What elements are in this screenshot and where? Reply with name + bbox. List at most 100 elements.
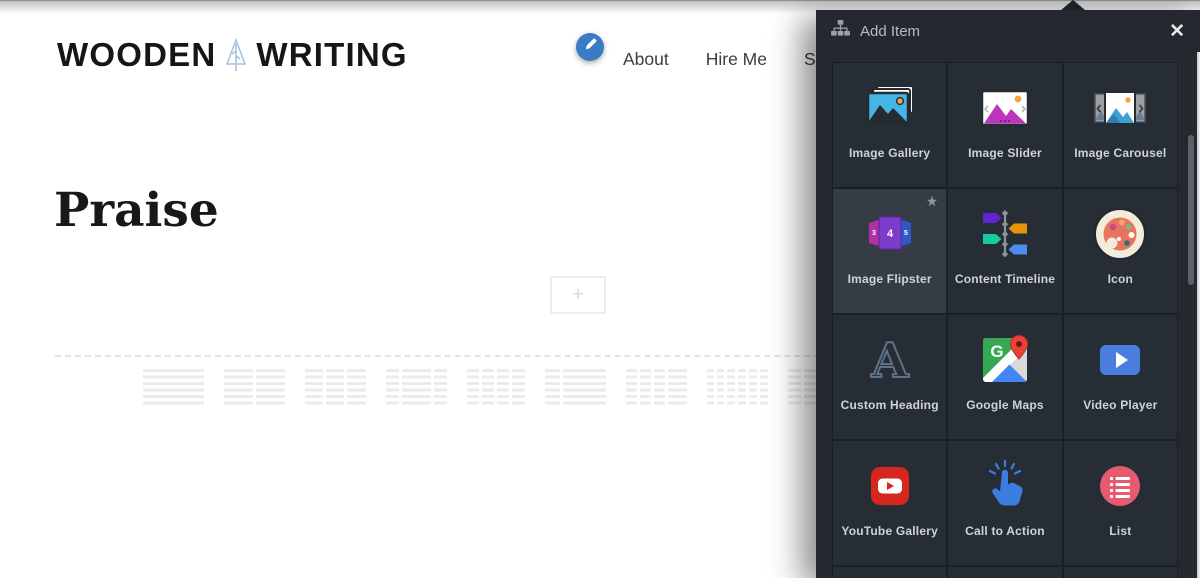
module-tile-partial[interactable] bbox=[833, 567, 947, 578]
module-tile-video-player[interactable]: Video Player bbox=[1063, 315, 1177, 439]
image-carousel-icon bbox=[1092, 80, 1148, 136]
logo-word-2: WRITING bbox=[256, 36, 408, 73]
placeholder-line-segment bbox=[326, 369, 344, 405]
module-tile-call-to-action[interactable]: Call to Action bbox=[948, 441, 1062, 565]
placeholder-text-block bbox=[467, 369, 525, 405]
youtube-gallery-icon bbox=[862, 458, 918, 514]
panel-title: Add Item bbox=[860, 22, 921, 40]
placeholder-line-segment bbox=[738, 369, 746, 405]
svg-text:4: 4 bbox=[887, 228, 894, 240]
placeholder-line-segment bbox=[749, 369, 757, 405]
placeholder-line-segment bbox=[143, 369, 204, 405]
placeholder-text-block bbox=[143, 369, 204, 405]
placeholder-text-block bbox=[386, 369, 447, 405]
panel-pointer-arrow bbox=[1061, 0, 1085, 10]
palette-icon bbox=[1092, 206, 1148, 262]
favorite-star-icon[interactable]: ★ bbox=[926, 193, 939, 210]
plus-icon: + bbox=[571, 283, 585, 306]
module-label: Image Carousel bbox=[1074, 146, 1167, 160]
module-tile-image-gallery[interactable]: Image Gallery bbox=[833, 63, 947, 187]
module-tile-google-maps[interactable]: G Google Maps bbox=[948, 315, 1062, 439]
image-flipster-icon: 3 5 4 bbox=[862, 206, 918, 262]
module-label: Image Slider bbox=[968, 146, 1042, 160]
panel-header: Add Item ✕ bbox=[816, 10, 1200, 52]
sitemap-icon bbox=[831, 20, 850, 42]
placeholder-line-segment bbox=[788, 369, 801, 405]
module-label: Custom Heading bbox=[840, 398, 939, 412]
module-tile-list[interactable]: List bbox=[1063, 441, 1177, 565]
placeholder-line-segment bbox=[386, 369, 399, 405]
module-label: Image Gallery bbox=[849, 146, 931, 160]
module-tile-youtube-gallery[interactable]: YouTube Gallery bbox=[833, 441, 947, 565]
placeholder-text-block bbox=[707, 369, 768, 405]
placeholder-text-block bbox=[626, 369, 687, 405]
placeholder-line-segment bbox=[512, 369, 525, 405]
module-label: YouTube Gallery bbox=[841, 524, 938, 538]
call-to-action-icon bbox=[977, 458, 1033, 514]
placeholder-text-block bbox=[224, 369, 285, 405]
placeholder-line-segment bbox=[256, 369, 285, 405]
module-label: Call to Action bbox=[965, 524, 1045, 538]
logo-word-1: WOODEN bbox=[57, 36, 217, 73]
video-player-icon bbox=[1092, 332, 1148, 388]
module-tile-content-timeline[interactable]: Content Timeline bbox=[948, 189, 1062, 313]
placeholder-line-segment bbox=[626, 369, 637, 405]
content-timeline-icon bbox=[977, 206, 1033, 262]
placeholder-line-segment bbox=[434, 369, 447, 405]
add-content-button[interactable]: + bbox=[550, 276, 606, 314]
image-slider-icon bbox=[977, 80, 1033, 136]
placeholder-line-segment bbox=[402, 369, 431, 405]
svg-text:5: 5 bbox=[904, 230, 908, 237]
add-item-panel: Add Item ✕ Image Gallery Image Slider Im… bbox=[816, 0, 1200, 578]
placeholder-line-segment bbox=[482, 369, 494, 405]
nav-item-about[interactable]: About bbox=[623, 49, 669, 70]
placeholder-line-segment bbox=[707, 369, 714, 405]
main-nav: About Hire Me Sa bbox=[623, 49, 825, 70]
placeholder-line-segment bbox=[224, 369, 253, 405]
svg-text:G: G bbox=[990, 342, 1003, 361]
modules-grid: Image Gallery Image Slider Image Carouse… bbox=[832, 62, 1178, 578]
module-label: Icon bbox=[1107, 272, 1134, 286]
module-tile-image-carousel[interactable]: Image Carousel bbox=[1063, 63, 1177, 187]
module-tile-icon[interactable]: Icon bbox=[1063, 189, 1177, 313]
placeholder-line-segment bbox=[497, 369, 509, 405]
edit-button[interactable] bbox=[576, 33, 604, 61]
pine-tree-icon bbox=[224, 38, 248, 72]
nav-item-hire-me[interactable]: Hire Me bbox=[706, 49, 767, 70]
page-title: Praise bbox=[54, 183, 219, 238]
module-tile-image-slider[interactable]: Image Slider bbox=[948, 63, 1062, 187]
placeholder-text-block bbox=[545, 369, 606, 405]
list-icon bbox=[1092, 458, 1148, 514]
custom-heading-icon: A bbox=[862, 332, 918, 388]
module-tile-image-flipster[interactable]: 3 5 4 Image Flipster ★ bbox=[833, 189, 947, 313]
close-icon[interactable]: ✕ bbox=[1169, 22, 1185, 41]
placeholder-line-segment bbox=[717, 369, 724, 405]
module-tile-custom-heading[interactable]: A Custom Heading bbox=[833, 315, 947, 439]
google-maps-icon: G bbox=[977, 332, 1033, 388]
image-gallery-icon bbox=[862, 80, 918, 136]
module-label: Content Timeline bbox=[954, 272, 1056, 286]
placeholder-line-segment bbox=[654, 369, 665, 405]
placeholder-line-segment bbox=[545, 369, 560, 405]
svg-text:3: 3 bbox=[872, 230, 876, 237]
placeholder-line-segment bbox=[347, 369, 366, 405]
svg-text:A: A bbox=[870, 333, 909, 388]
placeholder-line-segment bbox=[668, 369, 687, 405]
pencil-icon bbox=[583, 37, 598, 57]
module-label: Video Player bbox=[1083, 398, 1158, 412]
panel-scrollbar-thumb[interactable] bbox=[1188, 135, 1194, 285]
site-logo: WOODEN WRITING bbox=[57, 36, 408, 74]
placeholder-text-row bbox=[143, 369, 849, 405]
module-tile-partial[interactable] bbox=[948, 567, 1062, 578]
placeholder-text-block bbox=[305, 369, 366, 405]
module-label: Google Maps bbox=[966, 398, 1044, 412]
placeholder-line-segment bbox=[305, 369, 323, 405]
placeholder-line-segment bbox=[760, 369, 768, 405]
module-label: Image Flipster bbox=[847, 272, 932, 286]
placeholder-line-segment bbox=[640, 369, 651, 405]
module-label: List bbox=[1109, 524, 1132, 538]
placeholder-line-segment bbox=[467, 369, 479, 405]
placeholder-line-segment bbox=[727, 369, 735, 405]
placeholder-line-segment bbox=[563, 369, 606, 405]
module-tile-partial[interactable] bbox=[1063, 567, 1177, 578]
